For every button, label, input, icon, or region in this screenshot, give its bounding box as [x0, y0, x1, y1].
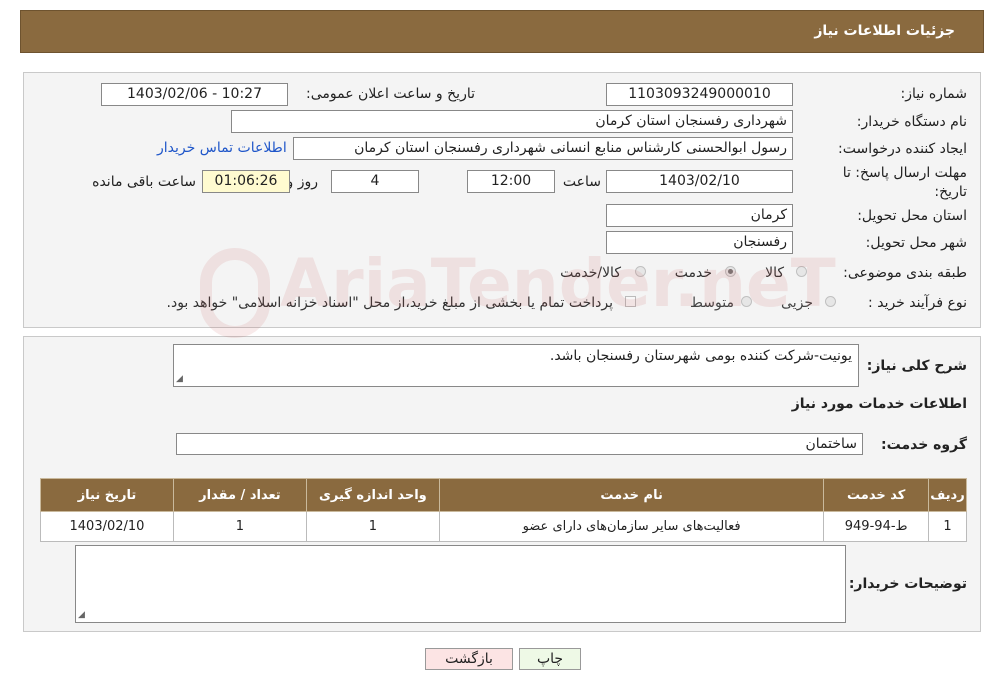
service-group-field[interactable]: ساختمان: [176, 433, 863, 455]
deadline-time-field[interactable]: 12:00: [467, 170, 555, 193]
province-label: استان محل تحویل:: [857, 208, 967, 224]
summary-text: یونیت-شرکت کننده بومی شهرستان رفسنجان با…: [549, 348, 852, 364]
announce-label: تاریخ و ساعت اعلان عمومی:: [306, 86, 475, 102]
category-goods-label: کالا: [765, 265, 784, 281]
cell-service-code: ط-94-949: [823, 511, 929, 542]
contact-buyer-link[interactable]: اطلاعات تماس خریدار: [157, 140, 287, 156]
deadline-label-line2: تاریخ:: [934, 184, 967, 200]
need-number-label: شماره نیاز:: [900, 86, 968, 102]
table-row[interactable]: 1 ط-94-949 فعالیت‌های سایر سازمان‌های دا…: [40, 511, 968, 542]
col-unit: واحد اندازه گیری: [305, 478, 440, 512]
buyer-org-label: نام دستگاه خریدار:: [856, 114, 967, 130]
announce-field[interactable]: 1403/02/06 - 10:27: [101, 83, 288, 106]
col-service-code: کد خدمت: [823, 478, 929, 512]
print-button[interactable]: چاپ: [519, 648, 581, 670]
cell-service-name: فعالیت‌های سایر سازمان‌های دارای عضو: [438, 511, 825, 542]
purchase-radio-minor[interactable]: [825, 296, 836, 307]
need-number-field[interactable]: 1103093249000010: [606, 83, 793, 106]
remaining-label: ساعت باقی مانده: [92, 174, 196, 190]
cell-unit: 1: [305, 511, 440, 542]
resize-grip-icon[interactable]: ◢: [176, 374, 183, 384]
page-header: جزئیات اطلاعات نیاز: [20, 10, 984, 53]
back-button[interactable]: بازگشت: [425, 648, 513, 670]
col-need-date: تاریخ نیاز: [40, 478, 174, 512]
table-header-row: ردیف کد خدمت نام خدمت واحد اندازه گیری ت…: [40, 478, 968, 512]
cell-quantity: 1: [172, 511, 307, 542]
province-field[interactable]: کرمان: [606, 204, 793, 227]
city-field[interactable]: رفسنجان: [606, 231, 793, 254]
page-title: جزئیات اطلاعات نیاز: [814, 23, 955, 39]
category-radio-service[interactable]: [725, 266, 736, 277]
category-service-label: خدمت: [674, 265, 712, 281]
deadline-date-field[interactable]: 1403/02/10: [606, 170, 793, 193]
deadline-label: مهلت ارسال پاسخ: تا تاریخ:: [843, 164, 967, 202]
buyer-org-field[interactable]: شهرداری رفسنجان استان کرمان: [231, 110, 793, 133]
category-label: طبقه بندی موضوعی:: [843, 265, 967, 281]
summary-textarea[interactable]: یونیت-شرکت کننده بومی شهرستان رفسنجان با…: [173, 344, 859, 387]
remaining-time-field[interactable]: 01:06:26: [202, 170, 290, 193]
buyer-notes-textarea[interactable]: ◢: [75, 545, 846, 623]
resize-grip-icon[interactable]: ◢: [78, 610, 85, 620]
creator-field[interactable]: رسول ابوالحسنی کارشناس منابع انسانی شهرد…: [293, 137, 793, 160]
days-field[interactable]: 4: [331, 170, 419, 193]
category-radio-goods[interactable]: [796, 266, 807, 277]
city-label: شهر محل تحویل:: [865, 235, 967, 251]
purchase-medium-label: متوسط: [690, 295, 734, 311]
services-table: ردیف کد خدمت نام خدمت واحد اندازه گیری ت…: [40, 478, 968, 542]
col-service-name: نام خدمت: [438, 478, 825, 512]
services-section-title: اطلاعات خدمات مورد نیاز: [791, 396, 967, 412]
buyer-notes-label: توضیحات خریدار:: [848, 576, 967, 592]
purchase-type-label: نوع فرآیند خرید :: [868, 295, 967, 311]
purchase-radio-medium[interactable]: [741, 296, 752, 307]
cell-row: 1: [927, 511, 968, 542]
col-quantity: تعداد / مقدار: [172, 478, 307, 512]
col-row: ردیف: [927, 478, 968, 512]
category-goods-service-label: کالا/خدمت: [560, 265, 621, 281]
summary-label: شرح کلی نیاز:: [866, 358, 967, 374]
purchase-minor-label: جزیی: [781, 295, 813, 311]
cell-need-date: 1403/02/10: [40, 511, 174, 542]
deadline-label-line1: مهلت ارسال پاسخ: تا: [842, 165, 967, 181]
creator-label: ایجاد کننده درخواست:: [838, 141, 967, 157]
category-radio-goods-service[interactable]: [635, 266, 646, 277]
treasury-payment-checkbox[interactable]: [625, 296, 636, 307]
days-label: روز و: [286, 174, 319, 190]
time-label: ساعت: [562, 174, 601, 190]
payment-note: پرداخت تمام یا بخشی از مبلغ خرید،از محل …: [166, 295, 613, 311]
service-group-label: گروه خدمت:: [881, 437, 967, 453]
